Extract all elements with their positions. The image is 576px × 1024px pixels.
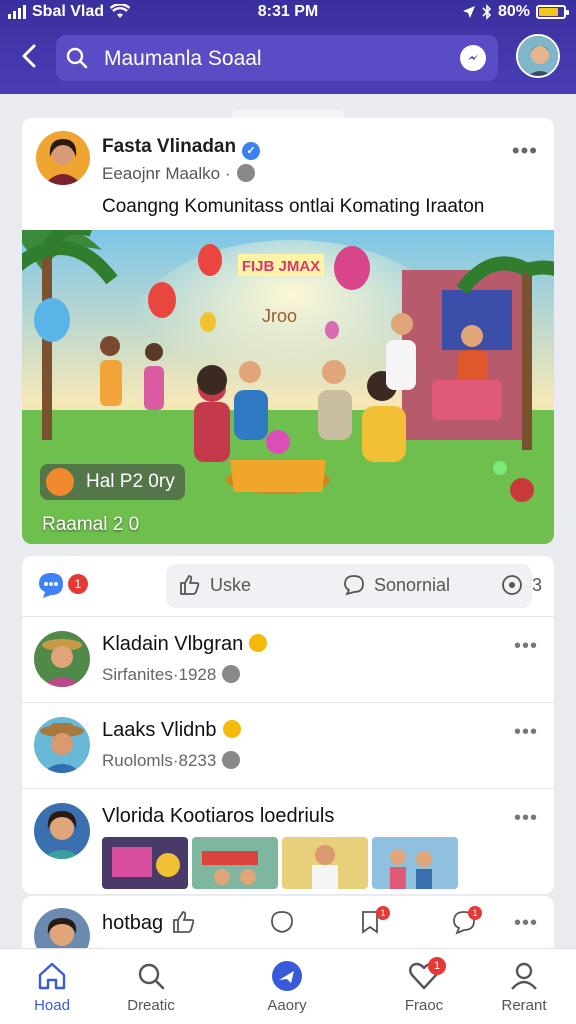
action-row: 1 Uske Sonornial 3 — [22, 556, 554, 614]
globe-icon — [222, 751, 241, 769]
post-subtitle: Eeaojnr Maalko · — [102, 164, 231, 183]
messenger-icon[interactable] — [460, 45, 486, 71]
like-label: Uske — [210, 574, 252, 595]
photo-thumbnail[interactable] — [372, 837, 458, 889]
home-icon — [38, 962, 66, 990]
feed-avatar[interactable] — [34, 631, 90, 687]
feed-card: 1 Uske Sonornial 3 Kladain Vlbgran Sirfa… — [22, 556, 554, 894]
notification-badge: 1 — [468, 906, 482, 920]
banner-text: FIJB JMAX — [242, 258, 320, 275]
tab-label: Fraoc — [404, 997, 444, 1014]
status-bar: Sbal Vlad 8:31 PM 80% — [0, 0, 576, 26]
search-query: Maumanla Soaal — [104, 47, 262, 70]
bottom-tab-bar: Hoad Dreatic Aaory Fraoc 1 Rerant — [0, 948, 576, 1024]
share-count: 3 — [532, 574, 543, 595]
author-avatar[interactable] — [36, 131, 90, 185]
post-card: Fasta Vlinadan ✓ Eeaojnr Maalko · Coangng… — [22, 118, 554, 544]
bluetooth-icon — [482, 4, 492, 20]
comment-label: Sonornial — [374, 574, 451, 595]
photo-strip — [102, 837, 458, 889]
battery-icon — [536, 5, 569, 19]
feed-name: Laaks Vlidnb — [102, 719, 217, 741]
search-icon — [138, 963, 165, 990]
post-image[interactable]: FIJB JMAX Jroo Hal P2 0ry Raamal 2 0 — [22, 220, 554, 544]
create-icon — [272, 961, 302, 991]
emoji-icon — [222, 720, 241, 738]
photo-thumbnail[interactable] — [282, 837, 368, 889]
globe-icon — [236, 164, 255, 182]
globe-icon — [222, 665, 241, 683]
like-button[interactable]: Uske — [178, 573, 251, 597]
more-options-icon[interactable]: ••• — [514, 912, 538, 935]
post-header: Fasta Vlinadan ✓ Eeaojnr Maalko · Coangng… — [22, 118, 554, 230]
post-text: Coangng Komunitass ontlai Komating Iraat… — [102, 196, 485, 217]
tag-icon — [46, 468, 74, 496]
location-icon — [462, 6, 475, 18]
tab-label: Aaory — [267, 997, 307, 1014]
feed-subtitle: Sirfanites·1928 — [102, 665, 217, 684]
battery-percent: 80% — [497, 3, 530, 20]
search-icon — [66, 47, 88, 69]
back-button[interactable] — [14, 40, 46, 72]
action-bar: Uske Sonornial 3 — [166, 564, 542, 608]
like-outline-icon[interactable] — [170, 908, 198, 936]
tab-search[interactable]: Dreatic — [101, 959, 201, 1014]
image-tag[interactable]: Hal P2 0ry — [40, 464, 185, 500]
emoji-icon — [249, 634, 268, 652]
app-header: Sbal Vlad 8:31 PM 80% Maumanla Soaal — [0, 0, 576, 94]
photo-thumbnail[interactable] — [192, 837, 278, 889]
profile-avatar[interactable] — [516, 34, 560, 78]
image-caption: Raamal 2 0 — [42, 514, 140, 535]
share-button[interactable]: 3 — [500, 573, 542, 597]
notification-badge: 1 — [428, 957, 446, 975]
tab-home[interactable]: Hoad — [2, 959, 102, 1014]
more-options-icon[interactable]: ••• — [512, 138, 538, 164]
scribble-text: Jroo — [262, 306, 297, 326]
feed-name: Kladain Vlbgran — [102, 633, 244, 655]
feed-subtitle: Ruolomls·8233 — [102, 751, 217, 770]
feed-name: Vlorida Kootiaros loedriuls — [102, 805, 335, 827]
author-name[interactable]: Fasta Vlinadan — [102, 136, 236, 157]
tab-label: Dreatic — [127, 997, 175, 1014]
comment-button[interactable]: Sonornial — [342, 573, 450, 597]
feed-item[interactable]: Kladain Vlbgran Sirfanites·1928 ••• — [22, 616, 554, 702]
image-tag-label: Hal P2 0ry — [86, 471, 175, 492]
tab-label: Rerant — [501, 997, 547, 1014]
feed-avatar[interactable] — [34, 803, 90, 859]
tab-profile[interactable]: Rerant — [474, 959, 574, 1014]
like-icon — [180, 575, 200, 595]
feed-name: hotbag — [102, 912, 164, 934]
tab-label: Hoad — [34, 997, 70, 1014]
comment-icon — [344, 575, 364, 596]
more-options-icon[interactable]: ••• — [514, 807, 538, 830]
tab-create[interactable]: Aaory — [237, 959, 337, 1014]
chat-icon[interactable] — [36, 570, 66, 600]
verified-badge-icon: ✓ — [242, 142, 261, 160]
next-post-card: hotbag 1 1 ••• — [22, 896, 554, 956]
more-options-icon[interactable]: ••• — [514, 721, 538, 744]
tab-activity[interactable]: Fraoc 1 — [374, 957, 474, 1014]
notification-badge: 1 — [376, 906, 390, 920]
photo-thumbnail[interactable] — [102, 837, 188, 889]
profile-icon — [511, 962, 537, 990]
search-bar[interactable]: Maumanla Soaal — [56, 35, 498, 81]
share-icon — [502, 575, 522, 595]
message-badge: 1 — [68, 574, 88, 594]
more-options-icon[interactable]: ••• — [514, 635, 538, 658]
feed-avatar[interactable] — [34, 717, 90, 773]
drag-handle — [232, 110, 344, 118]
reaction-icon[interactable] — [268, 908, 296, 936]
feed-item[interactable]: Laaks Vlidnb Ruolomls·8233 ••• — [22, 702, 554, 788]
feed-item[interactable]: Vlorida Kootiaros loedriuls ••• — [22, 788, 554, 894]
